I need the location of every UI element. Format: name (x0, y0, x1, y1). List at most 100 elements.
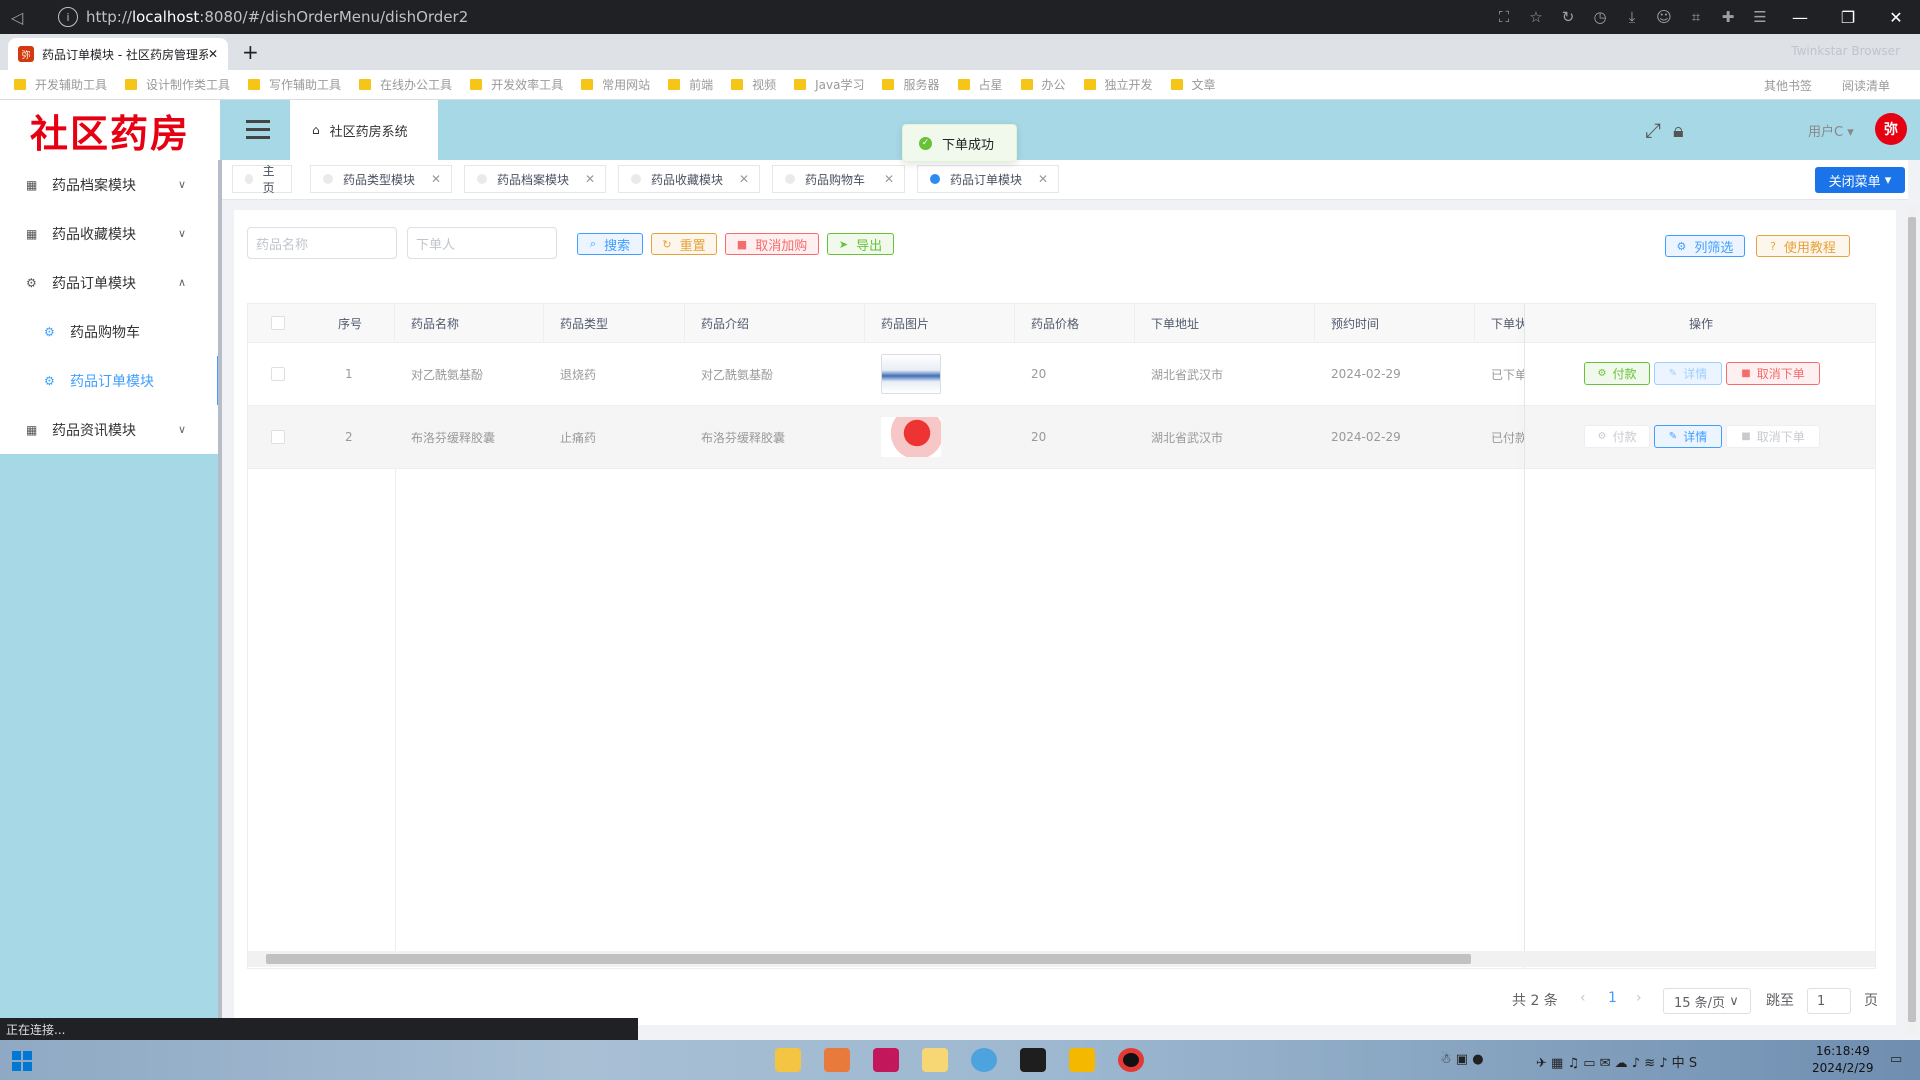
bookmark-item[interactable]: Java学习 (794, 76, 864, 93)
tag-drug-type[interactable]: 药品类型模块 ✕ (310, 165, 452, 193)
translate-icon[interactable]: ⛶ (1488, 8, 1520, 26)
close-tab-icon[interactable]: ✕ (208, 47, 218, 61)
row-checkbox[interactable] (271, 367, 285, 381)
column-filter-button[interactable]: ⚙ 列筛选 (1665, 235, 1745, 257)
hamburger-icon[interactable] (246, 120, 270, 144)
close-icon[interactable]: ✕ (585, 172, 595, 186)
close-menu-button[interactable]: 关闭菜单 ▾ (1815, 167, 1905, 193)
user-dropdown[interactable]: 用户C ▾ (1808, 121, 1854, 140)
drug-name-input[interactable]: 药品名称 (247, 227, 397, 259)
scrollbar-thumb[interactable] (1908, 217, 1916, 1022)
tag-drug-archive[interactable]: 药品档案模块 ✕ (464, 165, 606, 193)
close-icon[interactable]: ✕ (884, 172, 894, 186)
windows-start-icon[interactable] (12, 1051, 32, 1071)
restore-icon[interactable]: ❐ (1824, 8, 1872, 27)
page-number[interactable]: 1 (1608, 990, 1617, 1006)
export-button[interactable]: ➤ 导出 (827, 233, 894, 255)
tag-cart[interactable]: 药品购物车 ✕ (772, 165, 905, 193)
extension-icon[interactable]: ✚ (1712, 8, 1744, 26)
bookmark-item[interactable]: 视频 (731, 76, 776, 93)
address-bar[interactable]: http://localhost:8080/#/dishOrderMenu/di… (86, 8, 1488, 26)
folder-icon[interactable] (1069, 1048, 1095, 1072)
bookmark-item[interactable]: 写作辅助工具 (248, 76, 341, 93)
goto-page-input[interactable]: 1 (1807, 988, 1851, 1014)
bookmarks-bar: 开发辅助工具 设计制作类工具 写作辅助工具 在线办公工具 开发效率工具 常用网站 前端 视频 J… (0, 70, 1920, 100)
bookmark-item[interactable]: 占星 (957, 76, 1003, 93)
detail-button[interactable]: ✎ 详情 (1654, 425, 1722, 448)
close-icon[interactable]: ✕ (1038, 172, 1048, 186)
bookmark-item[interactable]: 文章 (1170, 76, 1216, 93)
intellij-icon[interactable] (873, 1048, 899, 1072)
horizontal-scrollbar[interactable] (248, 951, 1875, 967)
site-info-icon[interactable]: i (58, 7, 78, 27)
download-icon[interactable]: ⤓ (1616, 8, 1648, 26)
next-page-icon[interactable]: › (1636, 990, 1642, 1006)
history-icon[interactable]: ◷ (1584, 8, 1616, 26)
tutorial-button[interactable]: ? 使用教程 (1756, 235, 1850, 257)
reload-icon[interactable]: ↻ (1552, 8, 1584, 26)
close-icon[interactable]: ✕ (431, 172, 441, 186)
cancel-purchase-button[interactable]: ■ 取消加购 (725, 233, 819, 255)
wechat-icon[interactable] (824, 1048, 850, 1072)
menu-icon[interactable]: ☰ (1744, 8, 1776, 26)
bookmark-item[interactable]: 办公 (1020, 76, 1066, 93)
tag-order[interactable]: 药品订单模块 ✕ (917, 165, 1059, 193)
reset-button[interactable]: ↻ 重置 (651, 233, 717, 255)
select-all-checkbox[interactable] (271, 316, 285, 330)
lock-icon[interactable]: 🔒︎ (1673, 118, 1684, 142)
app-icon[interactable] (922, 1048, 948, 1072)
close-window-icon[interactable]: ✕ (1872, 8, 1920, 27)
minimize-icon[interactable]: — (1776, 8, 1824, 27)
avatar[interactable]: 弥 (1875, 113, 1907, 145)
bookmark-item[interactable]: 常用网站 (581, 76, 650, 93)
clock[interactable]: 16:18:49 2024/2/29 (1812, 1043, 1874, 1077)
system-tray-icons[interactable]: ✈ ▦ ♫ ▭ ✉ ☁ ♪ ≋ ♪ 中 S (1536, 1052, 1697, 1071)
vertical-scrollbar[interactable] (1906, 205, 1918, 1035)
profile-icon[interactable]: ☺ (1648, 8, 1680, 26)
bookmark-item[interactable]: 其他书签 (1764, 77, 1812, 94)
notification-icon[interactable]: ▭ (1890, 1052, 1902, 1067)
drug-thumbnail[interactable] (881, 417, 941, 457)
fullscreen-icon[interactable]: ⤢ (1645, 118, 1661, 142)
pay-button[interactable]: ⚙ 付款 (1584, 425, 1650, 448)
browser-tab[interactable]: 弥 药品订单模块 - 社区药房管理系统 ✕ (8, 38, 228, 70)
tag-drug-favorites[interactable]: 药品收藏模块 ✕ (618, 165, 760, 193)
row-checkbox[interactable] (271, 430, 285, 444)
bookmark-item[interactable]: 前端 (668, 76, 713, 93)
sidebar-item-drug-favorites[interactable]: ▦ 药品收藏模块 ∨ (0, 209, 220, 258)
tray-icons[interactable]: ☃ ▣ ● (1440, 1052, 1484, 1067)
page-size-select[interactable]: 15 条/页 ∨ (1663, 988, 1751, 1014)
bookmark-item[interactable]: 阅读清单 (1842, 77, 1890, 94)
cancel-order-button[interactable]: ■ 取消下单 (1726, 425, 1820, 448)
bookmark-item[interactable]: 开发辅助工具 (14, 76, 107, 93)
bookmark-item[interactable]: 开发效率工具 (470, 76, 563, 93)
sidebar-item-cart[interactable]: ⚙ 药品购物车 (0, 307, 220, 356)
terminal-icon[interactable] (1020, 1048, 1046, 1072)
record-icon[interactable] (1118, 1048, 1144, 1072)
pay-button[interactable]: ⚙ 付款 (1584, 362, 1650, 385)
detail-button[interactable]: ✎ 详情 (1654, 362, 1722, 385)
star-icon[interactable]: ☆ (1520, 8, 1552, 26)
tag-home[interactable]: 主页 (232, 164, 292, 195)
prev-page-icon[interactable]: ‹ (1580, 990, 1586, 1006)
breadcrumb-label[interactable]: 社区药房系统 (330, 121, 408, 140)
sidebar-item-drug-orders[interactable]: ⚙ 药品订单模块 ∧ (0, 258, 220, 307)
cancel-order-button[interactable]: ■ 取消下单 (1726, 362, 1820, 385)
close-icon[interactable]: ✕ (739, 172, 749, 186)
crop-icon[interactable]: ⌗ (1680, 8, 1712, 26)
app-icon[interactable] (775, 1048, 801, 1072)
sidebar-item-order[interactable]: ⚙ 药品订单模块 (0, 356, 220, 405)
back-arrow-icon[interactable]: ◁ (0, 8, 34, 27)
bookmark-item[interactable]: 独立开发 (1083, 76, 1153, 93)
bookmark-item[interactable]: 服务器 (882, 76, 940, 93)
sidebar-item-drug-archive[interactable]: ▦ 药品档案模块 ∨ (0, 160, 220, 209)
bookmark-item[interactable]: 设计制作类工具 (125, 76, 230, 93)
new-tab-icon[interactable]: + (242, 40, 259, 64)
browser-icon[interactable] (971, 1048, 997, 1072)
scrollbar-thumb[interactable] (266, 954, 1471, 964)
orderer-input[interactable]: 下单人 (407, 227, 557, 259)
sidebar-item-drug-news[interactable]: ▦ 药品资讯模块 ∨ (0, 405, 220, 454)
drug-thumbnail[interactable] (881, 354, 941, 394)
bookmark-item[interactable]: 在线办公工具 (359, 76, 452, 93)
search-button[interactable]: ⌕ 搜索 (577, 233, 643, 255)
